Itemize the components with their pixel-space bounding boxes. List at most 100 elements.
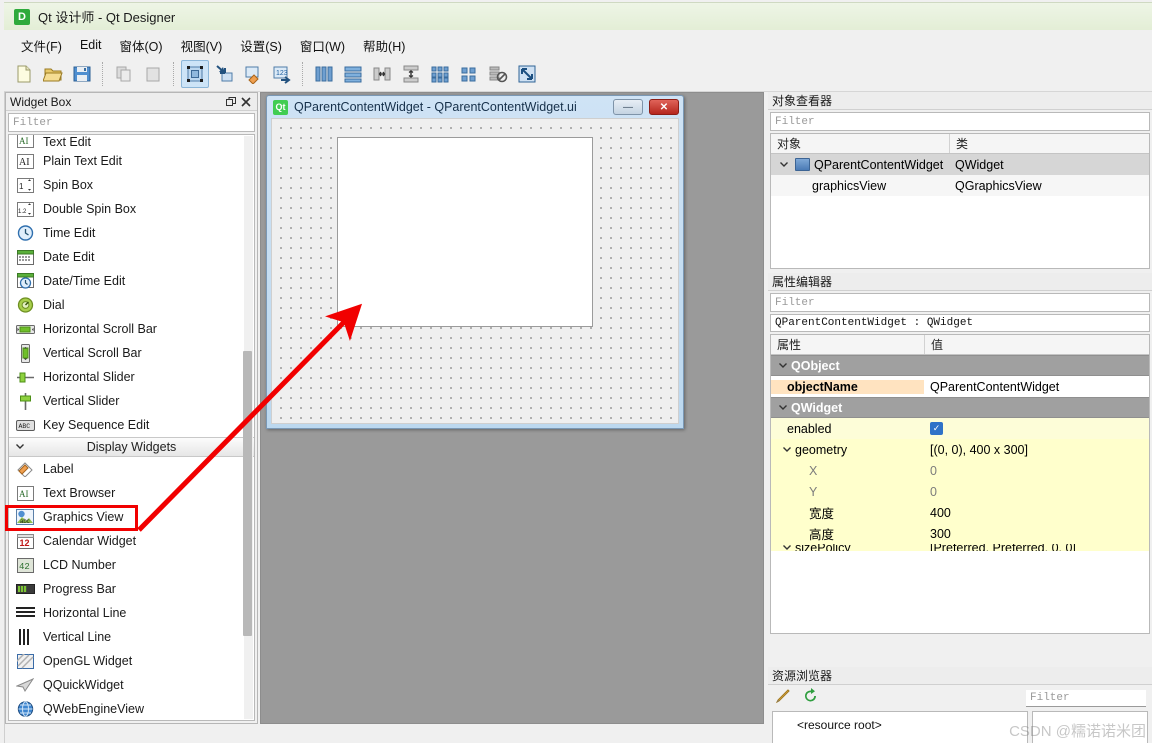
layout-horizontally-icon[interactable] <box>310 60 338 88</box>
menu-window[interactable]: 窗口(W) <box>291 33 354 58</box>
reload-icon[interactable] <box>802 687 820 710</box>
widget-item-calendar-widget[interactable]: 12 Calendar Widget <box>9 529 254 553</box>
save-icon[interactable] <box>68 60 96 88</box>
object-inspector-row[interactable]: QParentContentWidget QWidget <box>771 154 1149 175</box>
property-value-cell[interactable]: 0 <box>924 485 1149 499</box>
widget-box-scrollbar-thumb[interactable] <box>243 351 252 636</box>
widget-item-vertical-slider[interactable]: Vertical Slider <box>9 389 254 413</box>
close-icon[interactable] <box>238 95 253 109</box>
widget-box-filter-input[interactable]: Filter <box>8 113 255 132</box>
menu-edit[interactable]: Edit <box>71 35 111 55</box>
widget-item-time-edit[interactable]: Time Edit <box>9 221 254 245</box>
minimize-button[interactable]: — <box>613 99 643 115</box>
property-row[interactable]: X0 <box>771 460 1149 481</box>
layout-grid-icon[interactable] <box>426 60 454 88</box>
graphics-view-widget[interactable] <box>337 137 593 327</box>
layout-form-icon[interactable] <box>455 60 483 88</box>
property-row[interactable]: sizePolicy [Preferred, Preferred, 0, 0] <box>771 544 1149 551</box>
widget-item-qquickwidget[interactable]: QQuickWidget <box>9 673 254 697</box>
widget-item-label[interactable]: Label <box>9 457 254 481</box>
widget-item-horizontal-scroll-bar[interactable]: Horizontal Scroll Bar <box>9 317 254 341</box>
chevron-down-icon[interactable] <box>777 159 791 171</box>
widget-item-text-edit[interactable]: AI Text Edit <box>9 135 254 149</box>
resource-preview[interactable] <box>1032 711 1148 743</box>
widget-item-horizontal-line[interactable]: Horizontal Line <box>9 601 254 625</box>
property-value-cell[interactable]: ✓ <box>924 422 1149 435</box>
property-value-cell[interactable]: 400 <box>924 506 1149 520</box>
widget-item-plain-text-edit[interactable]: AI Plain Text Edit <box>9 149 254 173</box>
widget-item-date-time-edit[interactable]: Date/Time Edit <box>9 269 254 293</box>
property-editor-table[interactable]: 属性 值 QObject objectName QParentContentWidg… <box>770 334 1150 634</box>
column-header-class[interactable]: 类 <box>949 134 1149 153</box>
chevron-down-icon[interactable] <box>779 444 795 456</box>
property-value-cell[interactable]: [(0, 0), 400 x 300] <box>924 443 1149 457</box>
edit-tab-order-icon[interactable]: 123 <box>268 60 296 88</box>
object-inspector-filter-input[interactable]: Filter <box>770 112 1150 131</box>
layout-splitter-v-icon[interactable] <box>397 60 425 88</box>
column-header-value[interactable]: 值 <box>924 335 1149 354</box>
widget-item-label: OpenGL Widget <box>43 654 133 668</box>
widget-item-vertical-line[interactable]: Vertical Line <box>9 625 254 649</box>
enabled-checkbox[interactable]: ✓ <box>930 422 943 435</box>
column-header-object[interactable]: 对象 <box>771 134 949 153</box>
property-editor-filter-input[interactable]: Filter <box>770 293 1150 312</box>
widget-item-lcd-number[interactable]: 42 LCD Number <box>9 553 254 577</box>
form-canvas[interactable] <box>271 118 679 424</box>
close-button[interactable]: ✕ <box>649 99 679 115</box>
column-header-property[interactable]: 属性 <box>771 335 924 354</box>
property-row[interactable]: Y0 <box>771 481 1149 502</box>
float-icon[interactable] <box>223 95 238 109</box>
widget-item-double-spin-box[interactable]: 1.2 Double Spin Box <box>9 197 254 221</box>
resource-browser-filter-input[interactable]: Filter <box>1026 689 1146 707</box>
menu-help[interactable]: 帮助(H) <box>354 33 414 58</box>
edit-buddies-icon[interactable] <box>239 60 267 88</box>
menu-view[interactable]: 视图(V) <box>172 33 232 58</box>
widget-item-progress-bar[interactable]: Progress Bar <box>9 577 254 601</box>
edit-signals-slots-icon[interactable] <box>210 60 238 88</box>
widget-item-date-edit[interactable]: Date Edit <box>9 245 254 269</box>
widget-item-horizontal-slider[interactable]: Horizontal Slider <box>9 365 254 389</box>
property-row[interactable]: enabled ✓ <box>771 418 1149 439</box>
object-inspector-row[interactable]: graphicsView QGraphicsView <box>771 175 1149 196</box>
new-file-icon[interactable] <box>10 60 38 88</box>
property-row[interactable]: QObject <box>771 355 1149 376</box>
property-value-cell[interactable]: QParentContentWidget <box>924 380 1149 394</box>
widget-item-vertical-scroll-bar[interactable]: Vertical Scroll Bar <box>9 341 254 365</box>
menu-form[interactable]: 窗体(O) <box>111 33 172 58</box>
layout-vertically-icon[interactable] <box>339 60 367 88</box>
break-layout-icon[interactable] <box>484 60 512 88</box>
widget-box-list[interactable]: AI Text Edit AI Plain Text Edit 1 Spin Box 1.2… <box>8 134 255 721</box>
resource-tree[interactable]: <resource root> <box>772 711 1028 743</box>
property-row[interactable]: QWidget <box>771 397 1149 418</box>
property-row[interactable]: objectName QParentContentWidget <box>771 376 1149 397</box>
widget-item-spin-box[interactable]: 1 Spin Box <box>9 173 254 197</box>
object-inspector-tree[interactable]: 对象 类 QParentContentWidget QWidget graphics… <box>770 133 1150 269</box>
chevron-down-icon[interactable] <box>775 402 791 414</box>
property-row[interactable]: 宽度 400 <box>771 502 1149 523</box>
property-value-cell[interactable]: [Preferred, Preferred, 0, 0] <box>924 544 1149 551</box>
property-row[interactable]: 高度 300 <box>771 523 1149 544</box>
property-value-cell[interactable]: 0 <box>924 464 1149 478</box>
widget-item-dial[interactable]: Dial <box>9 293 254 317</box>
edit-widgets-icon[interactable] <box>181 60 209 88</box>
copy-icon[interactable] <box>110 60 138 88</box>
property-value-cell[interactable]: 300 <box>924 527 1149 541</box>
menu-file[interactable]: 文件(F) <box>12 33 71 58</box>
adjust-size-icon[interactable] <box>513 60 541 88</box>
paste-icon[interactable] <box>139 60 167 88</box>
chevron-down-icon[interactable] <box>779 544 795 551</box>
layout-splitter-h-icon[interactable] <box>368 60 396 88</box>
widget-item-key-sequence-edit[interactable]: ABC Key Sequence Edit <box>9 413 254 437</box>
widget-item-qwebengineview[interactable]: QWebEngineView <box>9 697 254 720</box>
pencil-icon[interactable] <box>774 687 792 710</box>
open-folder-icon[interactable] <box>39 60 67 88</box>
property-row[interactable]: geometry [(0, 0), 400 x 300] <box>771 439 1149 460</box>
widget-item-text-browser[interactable]: AI Text Browser <box>9 481 254 505</box>
form-window[interactable]: Qt QParentContentWidget - QParentContent… <box>266 95 684 429</box>
menu-settings[interactable]: 设置(S) <box>231 33 291 58</box>
chevron-down-icon[interactable] <box>775 360 791 372</box>
widget-item-graphics-view[interactable]: abc Graphics View <box>9 505 254 529</box>
widget-item-opengl-widget[interactable]: OpenGL Widget <box>9 649 254 673</box>
widget-box-scrollbar[interactable] <box>243 136 253 719</box>
widget-category-display-widgets[interactable]: Display Widgets <box>9 437 254 457</box>
